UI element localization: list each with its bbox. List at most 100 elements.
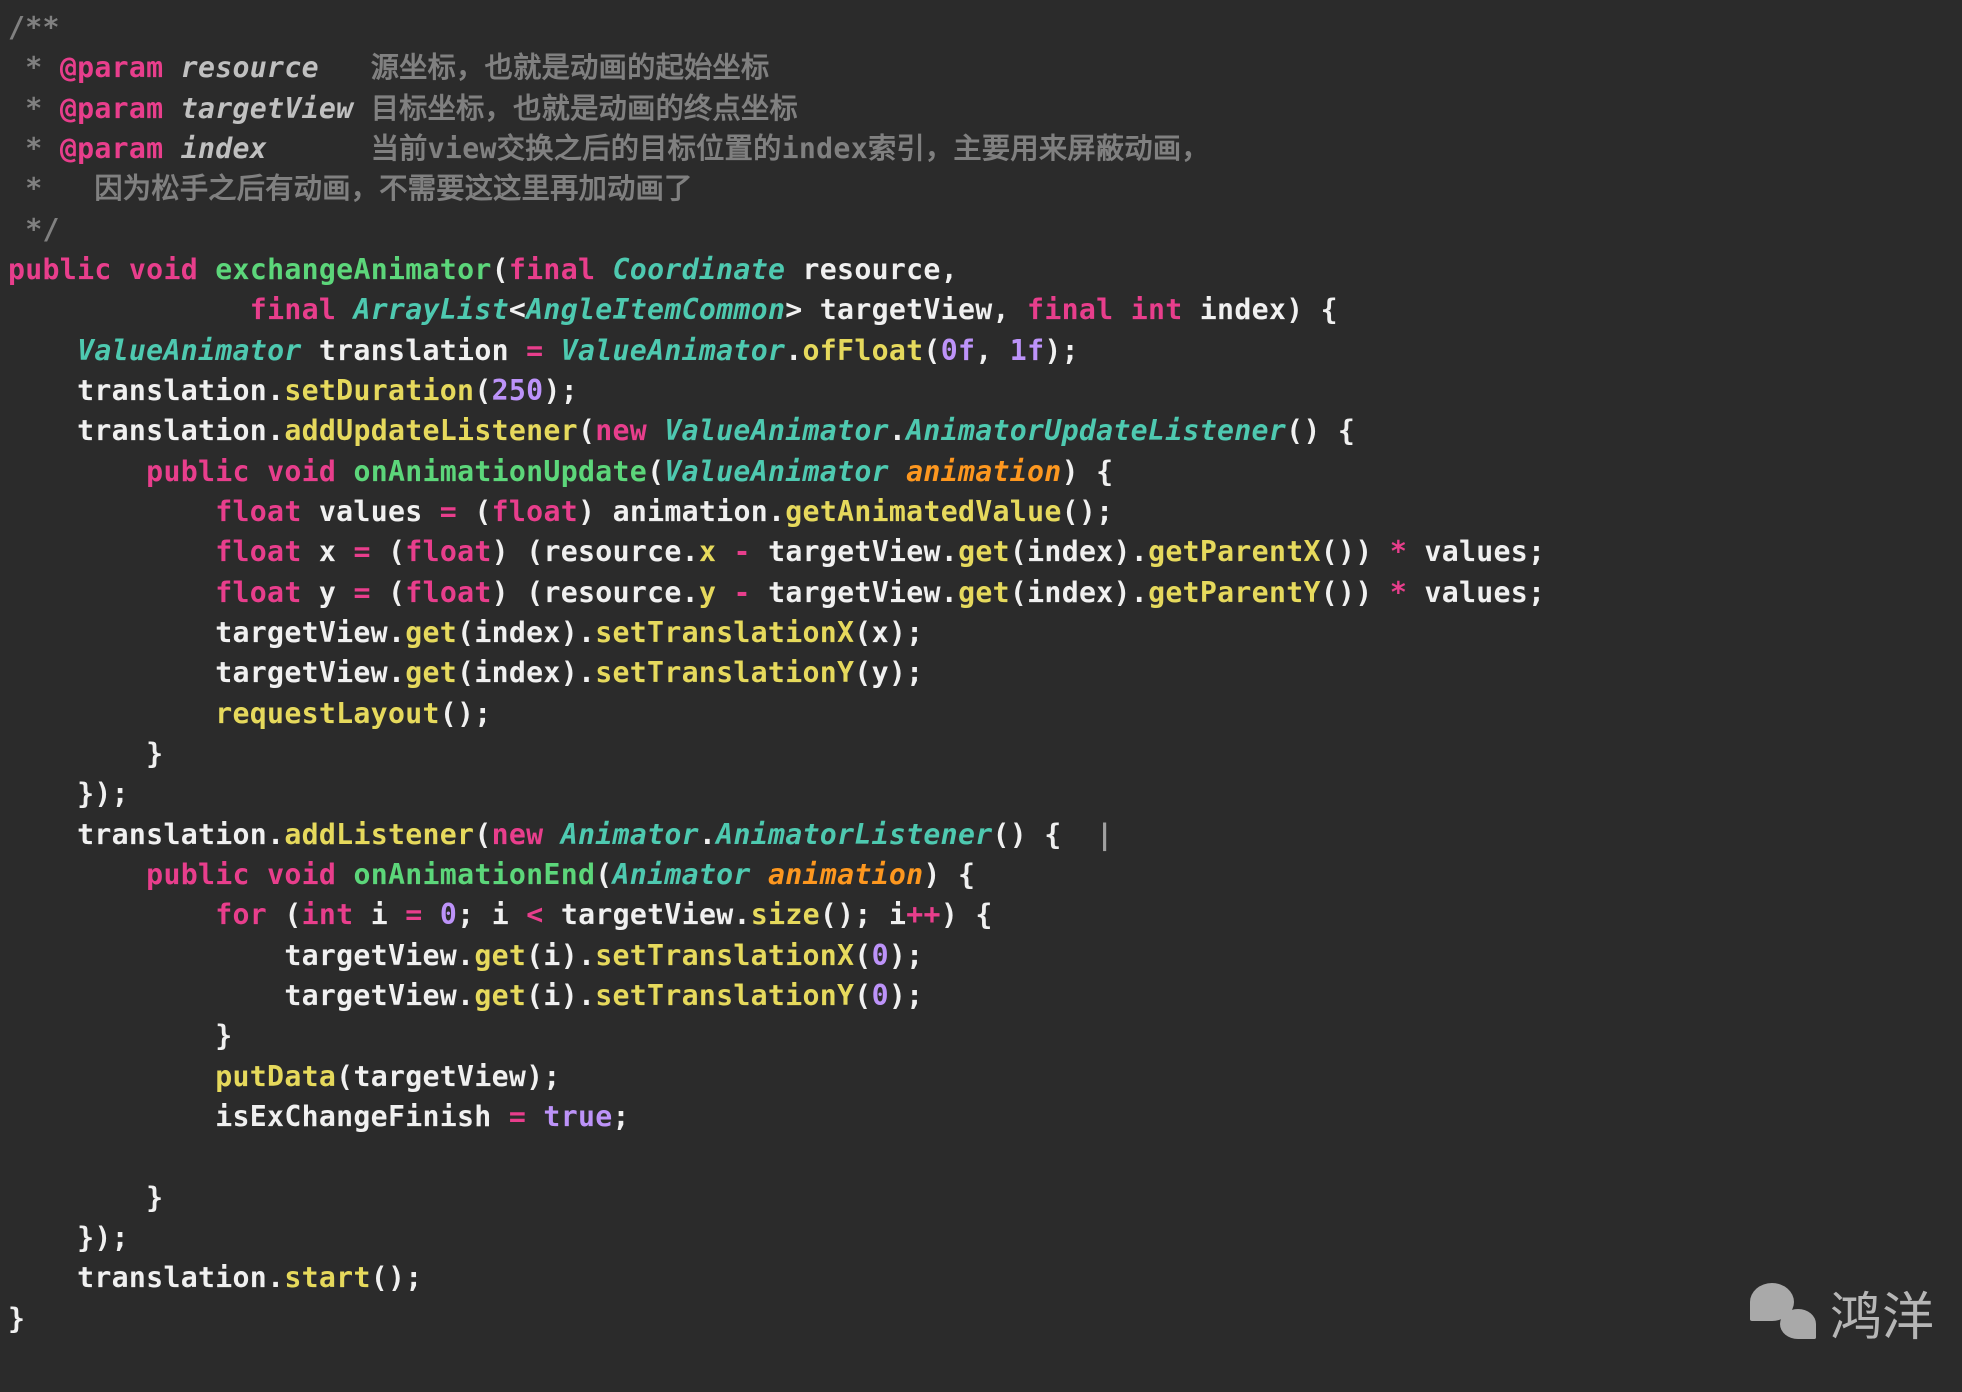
- param-name: index: [163, 132, 370, 165]
- method-settranslationy: setTranslationY: [595, 979, 854, 1012]
- var-translation: translation: [77, 414, 267, 447]
- method-get: get: [405, 656, 457, 689]
- method-setduration: setDuration: [284, 374, 474, 407]
- method-getanimatedvalue: getAnimatedValue: [785, 495, 1061, 528]
- param-desc: 当前view交换之后的目标位置的index索引，主要用来屏蔽动画，: [371, 132, 1210, 165]
- method-def-onanimationupdate: onAnimationUpdate: [353, 455, 647, 488]
- keyword-void: void: [267, 455, 336, 488]
- literal-0: 0: [872, 979, 889, 1012]
- var-values: values: [1424, 535, 1528, 568]
- watermark: 鸿洋: [1750, 1275, 1934, 1350]
- keyword-int: int: [302, 898, 354, 931]
- var-targetview: targetView: [215, 656, 388, 689]
- method-start: start: [284, 1261, 370, 1294]
- method-get: get: [405, 616, 457, 649]
- literal-250: 250: [492, 374, 544, 407]
- var-isexchangefinish: isExChangeFinish: [215, 1100, 491, 1133]
- param-animation: animation: [906, 455, 1061, 488]
- method-def-onanimationend: onAnimationEnd: [353, 858, 595, 891]
- javadoc-line: * 因为松手之后有动画，不需要这这里再加动画了: [8, 172, 693, 205]
- var-resource: resource: [544, 576, 682, 609]
- type-animatorlistener: AnimatorListener: [716, 818, 992, 851]
- keyword-float: float: [405, 535, 491, 568]
- var-i: i: [889, 898, 906, 931]
- keyword-final: final: [250, 293, 336, 326]
- var-targetview: targetView: [284, 979, 457, 1012]
- keyword-int: int: [1131, 293, 1183, 326]
- param-animation: animation: [768, 858, 923, 891]
- method-settranslationx: setTranslationX: [595, 939, 854, 972]
- code-editor[interactable]: /** * @param resource 源坐标，也就是动画的起始坐标 * @…: [0, 0, 1962, 1339]
- keyword-new: new: [595, 414, 647, 447]
- type-coordinate: Coordinate: [613, 253, 786, 286]
- method-def-exchangeAnimator: exchangeAnimator: [215, 253, 491, 286]
- param-desc: 源坐标，也就是动画的起始坐标: [371, 51, 770, 84]
- javadoc-line: *: [8, 132, 60, 165]
- var-targetview: targetView: [561, 898, 734, 931]
- var-translation: translation: [77, 374, 267, 407]
- arg-x: x: [872, 616, 889, 649]
- keyword-void: void: [267, 858, 336, 891]
- text-cursor: |: [1096, 818, 1113, 851]
- param-targetview: targetView: [820, 293, 993, 326]
- var-values: values: [319, 495, 423, 528]
- literal-0: 0: [440, 898, 457, 931]
- field-x: x: [699, 535, 716, 568]
- type-valueanimator: ValueAnimator: [664, 414, 889, 447]
- keyword-float: float: [492, 495, 578, 528]
- param-index: index: [1200, 293, 1286, 326]
- method-addupdatelistener: addUpdateListener: [284, 414, 578, 447]
- method-get: get: [474, 939, 526, 972]
- type-arraylist: ArrayList: [353, 293, 508, 326]
- var-targetview: targetView: [768, 535, 941, 568]
- javadoc-open: /**: [8, 11, 60, 44]
- keyword-public: public: [146, 858, 250, 891]
- var-targetview: targetView: [215, 616, 388, 649]
- method-offloat: ofFloat: [803, 334, 924, 367]
- var-translation: translation: [319, 334, 509, 367]
- method-size: size: [751, 898, 820, 931]
- var-i: i: [543, 979, 560, 1012]
- method-get: get: [958, 535, 1010, 568]
- literal-0f: 0f: [941, 334, 976, 367]
- method-settranslationy: setTranslationY: [595, 656, 854, 689]
- literal-0: 0: [872, 939, 889, 972]
- param-name: resource: [163, 51, 370, 84]
- keyword-final: final: [1027, 293, 1113, 326]
- method-requestlayout: requestLayout: [215, 697, 440, 730]
- var-translation: translation: [77, 1261, 267, 1294]
- javadoc-line: *: [8, 92, 60, 125]
- param-desc: 目标坐标，也就是动画的终点坐标: [371, 92, 798, 125]
- var-translation: translation: [77, 818, 267, 851]
- keyword-new: new: [492, 818, 544, 851]
- field-y: y: [699, 576, 716, 609]
- var-i: i: [543, 939, 560, 972]
- param-tag: @param: [60, 51, 164, 84]
- type-animator: Animator: [561, 818, 699, 851]
- method-getparentx: getParentX: [1148, 535, 1321, 568]
- type-animator: Animator: [613, 858, 751, 891]
- var-y: y: [319, 576, 336, 609]
- param-resource: resource: [803, 253, 941, 286]
- var-resource: resource: [544, 535, 682, 568]
- method-addlistener: addListener: [284, 818, 474, 851]
- type-valueanimator: ValueAnimator: [561, 334, 786, 367]
- param-tag: @param: [60, 92, 164, 125]
- type-animatorupdatelistener: AnimatorUpdateListener: [906, 414, 1286, 447]
- var-targetview: targetView: [768, 576, 941, 609]
- method-get: get: [474, 979, 526, 1012]
- method-getparenty: getParentY: [1148, 576, 1321, 609]
- watermark-text: 鸿洋: [1830, 1275, 1934, 1350]
- keyword-public: public: [146, 455, 250, 488]
- method-putdata: putData: [215, 1060, 336, 1093]
- wechat-icon: [1750, 1283, 1820, 1343]
- literal-true: true: [543, 1100, 612, 1133]
- type-valueanimator: ValueAnimator: [664, 455, 889, 488]
- method-get: get: [958, 576, 1010, 609]
- keyword-final: final: [509, 253, 595, 286]
- var-values: values: [1424, 576, 1528, 609]
- var-index: index: [474, 656, 560, 689]
- type-angleitemcommon: AngleItemCommon: [526, 293, 785, 326]
- var-animation: animation: [613, 495, 768, 528]
- keyword-float: float: [405, 576, 491, 609]
